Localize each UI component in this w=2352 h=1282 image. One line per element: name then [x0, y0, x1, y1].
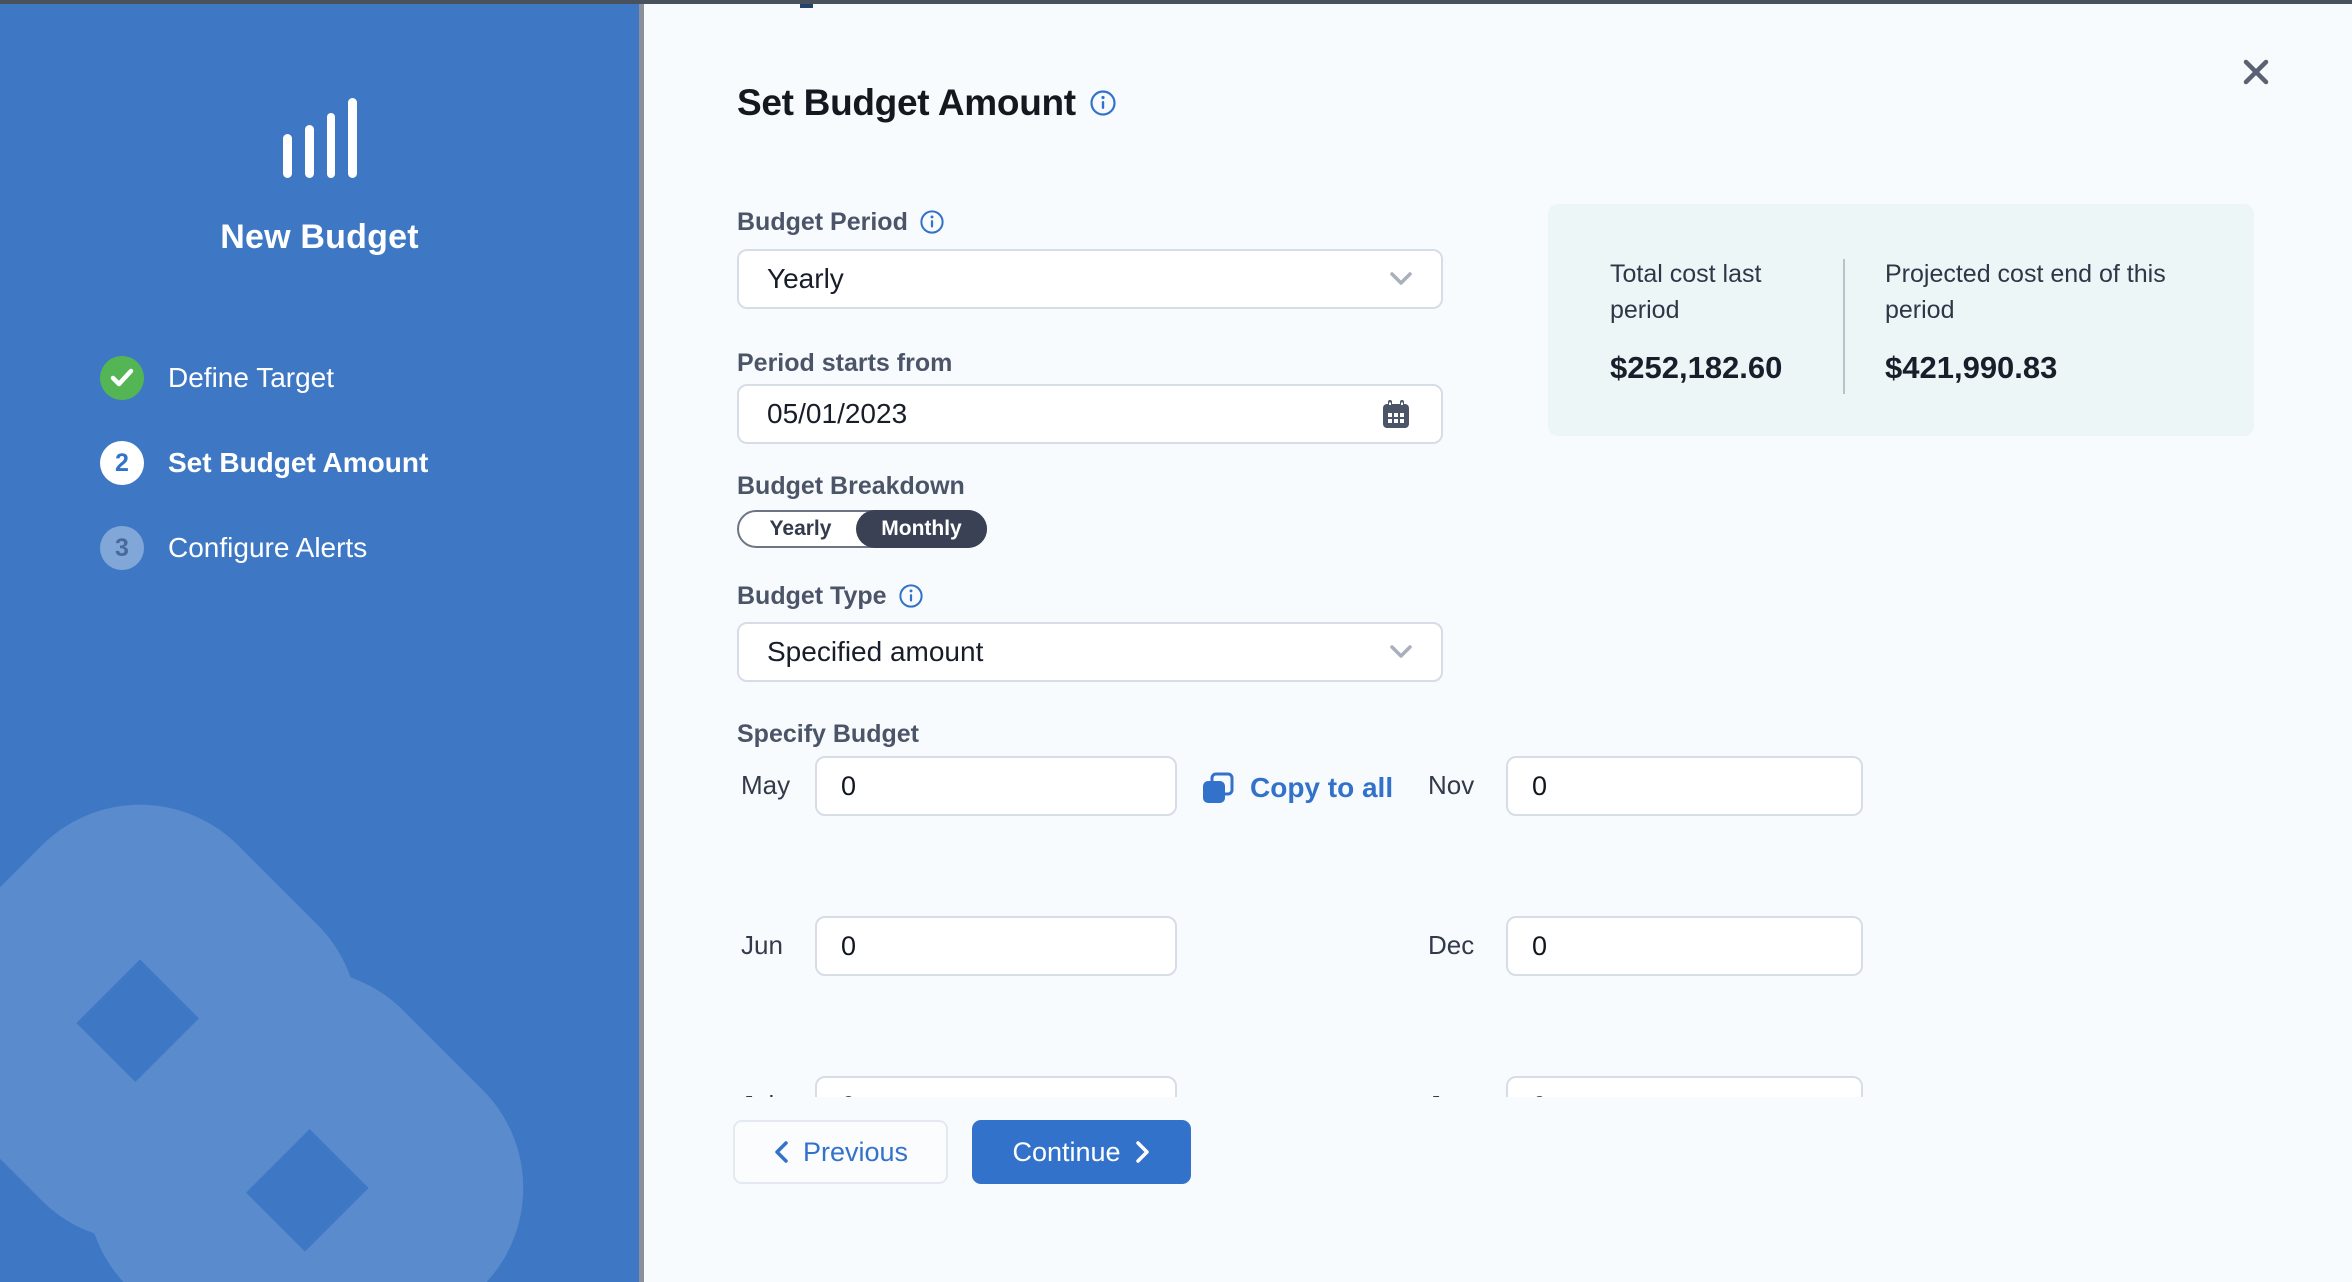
budget-type-select[interactable]: Specified amount	[737, 622, 1443, 682]
wizard-title: New Budget	[0, 218, 639, 257]
continue-label: Continue	[1012, 1137, 1120, 1168]
budget-period-select[interactable]: Yearly	[737, 249, 1443, 309]
bar-chart-logo-icon	[283, 98, 357, 178]
chevron-right-icon	[1135, 1140, 1151, 1164]
month-label: May	[741, 770, 790, 801]
copy-to-all-button[interactable]: Copy to all	[1200, 770, 1393, 806]
set-budget-amount-panel: Set Budget Amount Budget Period Yearly P…	[644, 4, 2352, 1282]
step-set-budget-amount[interactable]: 2 Set Budget Amount	[100, 441, 428, 485]
budget-period-value: Yearly	[767, 263, 1389, 295]
total-cost-last-period-label: Total cost last period	[1610, 256, 1835, 328]
step-define-target[interactable]: Define Target	[100, 356, 428, 400]
wizard-steps: Define Target 2 Set Budget Amount 3 Conf…	[100, 356, 428, 611]
month-amount-input[interactable]	[1506, 916, 1863, 976]
chevron-left-icon	[773, 1140, 789, 1164]
budget-breakdown-label: Budget Breakdown	[737, 472, 965, 501]
total-cost-last-period-value: $252,182.60	[1610, 350, 1835, 386]
page-title: Set Budget Amount	[737, 82, 1076, 124]
cost-summary-card: Total cost last period $252,182.60 Proje…	[1548, 204, 2254, 436]
budget-type-label: Budget Type	[737, 582, 887, 611]
month-amount-input[interactable]	[815, 1076, 1177, 1097]
month-label: Nov	[1428, 770, 1474, 801]
calendar-icon	[1379, 397, 1413, 431]
step-label: Set Budget Amount	[168, 447, 428, 479]
month-amount-input[interactable]	[1506, 1076, 1863, 1097]
period-starts-label: Period starts from	[737, 349, 952, 378]
toggle-option-yearly[interactable]: Yearly	[739, 512, 862, 546]
budget-period-info-icon[interactable]	[920, 210, 946, 236]
step-complete-check-icon	[100, 356, 144, 400]
period-starts-value: 05/01/2023	[767, 398, 1379, 430]
brand-watermark	[0, 0, 639, 1282]
continue-button[interactable]: Continue	[972, 1120, 1191, 1184]
page-title-info-icon[interactable]	[1090, 90, 1116, 116]
step-configure-alerts[interactable]: 3 Configure Alerts	[100, 526, 428, 570]
summary-divider	[1843, 259, 1845, 394]
step-label: Configure Alerts	[168, 532, 367, 564]
previous-label: Previous	[803, 1137, 908, 1168]
step-number-badge: 3	[100, 526, 144, 570]
specify-budget-label: Specify Budget	[737, 720, 919, 749]
period-starts-date-input[interactable]: 05/01/2023	[737, 384, 1443, 444]
window-top-edge	[0, 0, 2352, 4]
previous-button[interactable]: Previous	[733, 1120, 948, 1184]
close-icon[interactable]	[2234, 50, 2278, 94]
projected-cost-label: Projected cost end of this period	[1885, 256, 2205, 328]
panel-divider	[639, 0, 644, 1282]
budget-type-info-icon[interactable]	[899, 584, 925, 610]
month-label: Jul	[741, 1090, 774, 1097]
copy-to-all-label: Copy to all	[1250, 772, 1393, 804]
projected-cost-value: $421,990.83	[1885, 350, 2205, 386]
budget-breakdown-toggle[interactable]: Yearly Monthly	[737, 510, 987, 548]
month-amount-input[interactable]	[1506, 756, 1863, 816]
month-label: Dec	[1428, 930, 1474, 961]
month-label: Jun	[741, 930, 783, 961]
copy-icon	[1200, 770, 1236, 806]
budget-type-value: Specified amount	[767, 636, 1389, 668]
chevron-down-icon	[1389, 644, 1413, 660]
months-grid: Copy to all May Jun Jul Aug Sep	[644, 756, 2352, 1097]
month-amount-input[interactable]	[815, 916, 1177, 976]
wizard-sidebar: New Budget Define Target 2 Set Budget Am…	[0, 0, 639, 1282]
budget-period-label: Budget Period	[737, 208, 908, 237]
month-label: Jan	[1428, 1090, 1470, 1097]
step-label: Define Target	[168, 362, 334, 394]
toggle-option-monthly[interactable]: Monthly	[856, 510, 987, 548]
month-amount-input[interactable]	[815, 756, 1177, 816]
step-number-badge: 2	[100, 441, 144, 485]
chevron-down-icon	[1389, 271, 1413, 287]
